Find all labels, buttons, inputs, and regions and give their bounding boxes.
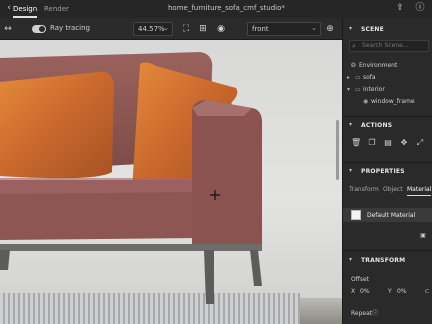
tab-object[interactable]: Object [383,186,403,193]
chevron-down-icon: ▾ [349,25,353,32]
tab-design[interactable]: Design [13,3,38,18]
camera-view-value: front [252,25,269,33]
scene-item-window-frame[interactable]: ◉ window_frame [363,96,415,107]
scene-item-environment[interactable]: ❂ Environment [351,60,397,71]
link-icon[interactable]: ⊂ [423,288,431,296]
transform-section-header[interactable]: ▾ TRANSFORM [343,254,432,268]
folder-icon: ▭ [355,86,361,93]
scene-section-header[interactable]: ▾ SCENE [343,23,432,37]
chevron-right-icon: ▸ [347,74,351,81]
offset-y-field[interactable]: 0% [397,288,407,295]
ray-tracing-toggle[interactable] [32,25,46,33]
mesh-icon: ◉ [363,98,369,105]
actions-section-header[interactable]: ▾ ACTIONS [343,119,432,133]
chevron-down-icon: ▾ [349,167,353,174]
material-item[interactable]: Default Material [343,208,432,222]
camera-view-select[interactable]: front ⌄ [247,22,321,36]
tab-transform[interactable]: Transform [349,186,379,193]
zoom-value: 44.57% [138,25,165,33]
info-icon[interactable]: ⓘ [414,2,426,14]
offset-x-label: X [351,288,356,295]
tab-render[interactable]: Render [44,3,69,16]
chevron-down-icon: ▾ [347,86,351,93]
gizmo-icon[interactable]: ✥ [399,138,409,148]
offset-label: Offset [351,276,370,283]
folder-icon: ▭ [355,74,361,81]
fit-view-icon[interactable]: ⛶ [180,23,192,35]
properties-section-header[interactable]: ▾ PROPERTIES [343,165,432,179]
chevron-down-icon: ⌄ [163,24,169,32]
side-panel: ▾ SCENE ⌕ Search Scene... ❂ Environment ▸… [342,18,432,324]
sofa-leg-front [204,250,214,304]
tab-material[interactable]: Material [407,186,432,196]
viewport-toolbar: ↔ Ray tracing 44.57% ⌄ ⛶ ⊞ ◉ front ⌄ ⊕ [0,18,342,40]
info-icon[interactable]: ⓘ [371,310,379,318]
3d-viewport[interactable] [0,40,342,324]
scene-item-interior[interactable]: ▾ ▭ interior [347,84,385,95]
duplicate-icon[interactable]: ❐ [367,138,377,148]
material-settings-icon[interactable]: ▣ [419,232,427,240]
pillow-left [0,71,114,179]
share-icon[interactable]: ⇪ [394,2,406,14]
move-icon[interactable]: ⤢ [415,138,425,148]
repeat-label: Repeat [351,310,373,317]
top-bar: ‹ Design Render home_furniture_sofa_cmf_… [0,0,432,18]
sofa-leg-back [250,250,262,286]
zoom-select[interactable]: 44.57% ⌄ [133,22,173,36]
search-icon: ⌕ [352,42,356,50]
camera-icon[interactable]: ◉ [215,23,227,35]
viewport-scrollbar[interactable] [336,120,339,180]
offset-y-label: Y [388,288,392,295]
sofa-render [0,52,262,304]
offset-x-field[interactable]: 0% [360,288,370,295]
document-title: home_furniture_sofa_cmf_studio* [168,4,285,12]
material-swatch [351,210,361,220]
transform-icon[interactable]: ↔ [2,23,14,35]
sofa-frame [0,244,262,251]
scene-item-sofa[interactable]: ▸ ▭ sofa [347,72,376,83]
scene-search-input[interactable]: ⌕ Search Scene... [349,40,429,52]
ray-tracing-label: Ray tracing [50,24,90,32]
delete-icon[interactable]: 🗑 [351,138,361,148]
environment-icon: ❂ [351,62,357,69]
sofa-leg-left [0,250,10,270]
grid-icon[interactable]: ⊞ [197,23,209,35]
sofa-armrest [192,100,262,248]
chevron-down-icon: ▾ [349,256,353,263]
chevron-down-icon: ⌄ [311,24,317,32]
add-camera-icon[interactable]: ⊕ [324,23,336,35]
chevron-down-icon: ▾ [349,121,353,128]
group-icon[interactable]: ▤ [383,138,393,148]
